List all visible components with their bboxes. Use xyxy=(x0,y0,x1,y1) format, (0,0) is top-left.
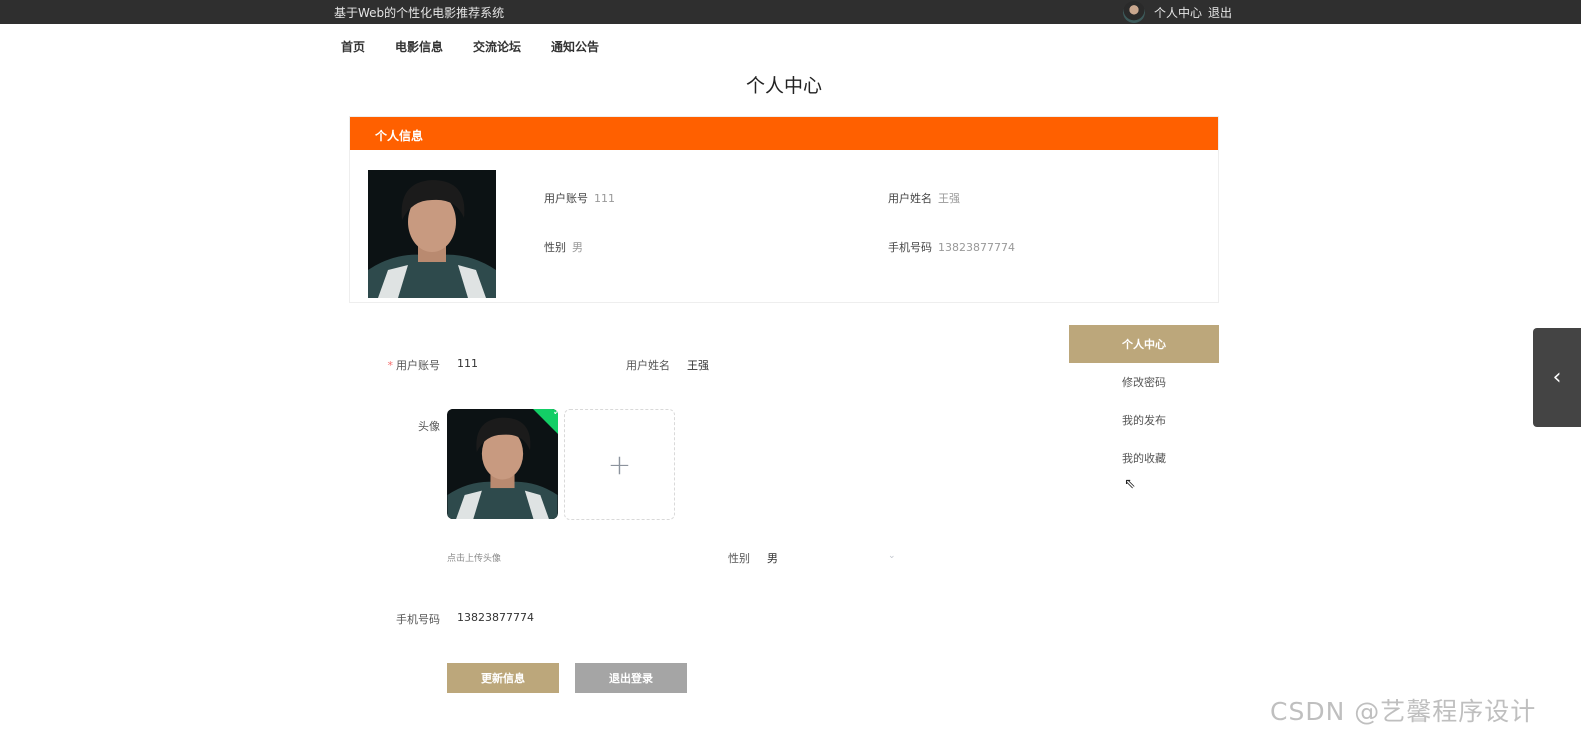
plus-icon: + xyxy=(607,448,632,481)
nav-item-forum[interactable]: 交流论坛 xyxy=(473,38,521,55)
nav-item-home[interactable]: 首页 xyxy=(341,38,365,55)
watermark: CSDN @艺馨程序设计 xyxy=(1270,697,1537,726)
phone-field[interactable]: 13823877774 xyxy=(457,611,534,624)
info-gender-value: 男 xyxy=(572,241,583,254)
info-phone: 手机号码 13823877774 xyxy=(888,239,1015,255)
chevron-left-icon: ‹ xyxy=(1552,365,1562,390)
info-account-label: 用户账号 xyxy=(544,192,588,205)
side-menu: 个人中心 修改密码 我的发布 我的收藏 xyxy=(1069,325,1219,477)
top-bar: 基于Web的个性化电影推荐系统 个人中心 退出 xyxy=(0,0,1581,24)
site-title: 基于Web的个性化电影推荐系统 xyxy=(334,6,505,20)
account-field-label: * 用户账号 xyxy=(387,359,441,372)
upload-add-button[interactable]: + xyxy=(564,409,675,520)
account-field[interactable]: 111 xyxy=(457,357,478,370)
info-gender: 性别男 xyxy=(544,239,583,255)
user-avatar-icon[interactable] xyxy=(1123,1,1145,23)
nav-item-notices[interactable]: 通知公告 xyxy=(551,38,599,55)
upload-tip: 点击上传头像 xyxy=(447,554,502,564)
update-info-button[interactable]: 更新信息 xyxy=(447,663,559,693)
logout-button[interactable]: 退出登录 xyxy=(575,663,687,693)
gender-select[interactable]: 男 xyxy=(767,550,778,566)
main-nav: 首页 电影信息 交流论坛 通知公告 xyxy=(341,38,629,55)
name-field-label: 用户姓名 xyxy=(626,359,670,372)
info-account: 用户账号 111 xyxy=(544,190,615,206)
info-name: 用户姓名 王强 xyxy=(888,190,960,206)
page-title: 个人中心 xyxy=(745,75,822,97)
chevron-down-icon[interactable]: ⌄ xyxy=(888,551,896,561)
info-gender-label: 性别 xyxy=(544,241,566,254)
info-phone-label: 手机号码 xyxy=(888,241,932,254)
profile-photo xyxy=(368,170,496,298)
info-account-value: 111 xyxy=(594,192,615,205)
user-center-link[interactable]: 个人中心 xyxy=(1154,4,1202,21)
info-name-label: 用户姓名 xyxy=(888,192,932,205)
personal-info-card: 个人信息 用户账号 111 用户姓名 王强 性别男 手机号码 13823877774 xyxy=(349,116,1219,303)
side-item-my-favorites[interactable]: 我的收藏 xyxy=(1069,439,1219,477)
collapse-panel-tab[interactable]: ‹ xyxy=(1533,328,1581,427)
avatar-field-label: 头像 xyxy=(418,420,440,433)
side-item-user-center[interactable]: 个人中心 xyxy=(1069,325,1219,363)
gender-field-label: 性别 xyxy=(728,552,750,565)
side-item-change-password[interactable]: 修改密码 xyxy=(1069,363,1219,401)
info-card-header: 个人信息 xyxy=(350,117,1218,150)
name-field[interactable]: 王强 xyxy=(687,357,709,373)
uploaded-avatar-thumbnail[interactable]: ✓ xyxy=(447,409,558,519)
logout-link[interactable]: 退出 xyxy=(1208,4,1232,21)
info-name-value: 王强 xyxy=(938,192,960,205)
info-phone-value: 13823877774 xyxy=(938,241,1015,254)
nav-item-movies[interactable]: 电影信息 xyxy=(395,38,443,55)
mouse-cursor-icon: ⇖ xyxy=(1124,476,1136,492)
side-item-my-posts[interactable]: 我的发布 xyxy=(1069,401,1219,439)
phone-field-label: 手机号码 xyxy=(396,613,440,626)
